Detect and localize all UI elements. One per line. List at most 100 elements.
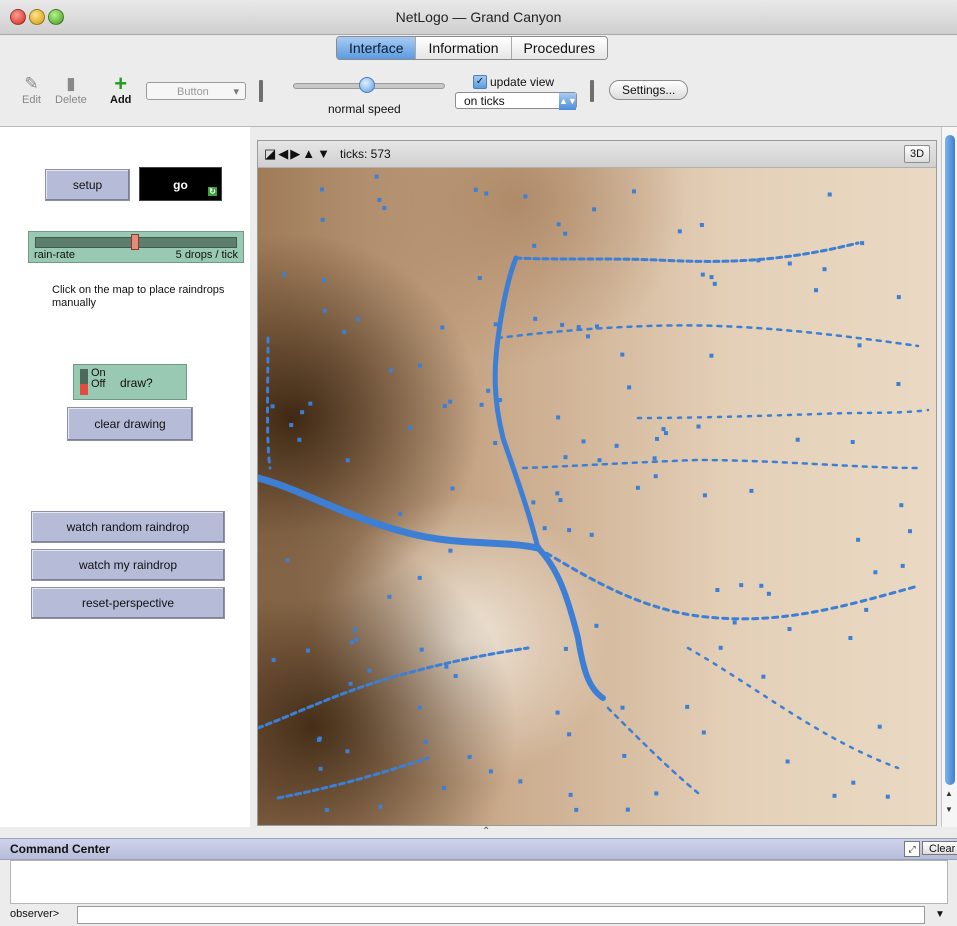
raindrop <box>832 793 837 798</box>
raindrop <box>627 385 632 390</box>
raindrop <box>533 316 538 321</box>
raindrop <box>592 207 597 212</box>
raindrop <box>787 261 792 266</box>
reset-perspective-button[interactable]: reset-perspective <box>31 587 225 619</box>
raindrop <box>851 780 856 785</box>
resize-vertical-icon[interactable]: ▲▼ <box>302 146 332 161</box>
raindrop <box>873 570 878 575</box>
raindrop <box>382 206 387 210</box>
raindrop <box>856 537 861 542</box>
update-view-label: update view <box>490 75 555 89</box>
raindrop <box>827 192 832 197</box>
scroll-down-icon[interactable]: ▼ <box>945 805 953 814</box>
raindrop <box>322 308 327 313</box>
slider-thumb[interactable] <box>131 234 139 250</box>
raindrop <box>795 437 800 442</box>
raindrop <box>877 724 882 729</box>
terrain-map[interactable] <box>258 168 936 825</box>
slider-label: rain-rate <box>34 249 75 261</box>
widget-type-select[interactable]: Button ▾ <box>146 82 246 100</box>
draw-switch[interactable]: On Off draw? <box>73 364 187 400</box>
raindrop <box>322 278 327 283</box>
vertical-scrollbar[interactable]: ▲ ▼ <box>941 127 957 827</box>
raindrop <box>563 231 568 236</box>
raindrop <box>417 705 422 710</box>
raindrop <box>652 456 657 461</box>
collapse-command-center-icon[interactable]: ⌃ <box>482 826 490 837</box>
raindrop <box>271 658 276 662</box>
update-view-toggle[interactable]: ✓ update view <box>473 75 554 89</box>
update-mode-select[interactable]: on ticks ▲▼ <box>455 92 577 110</box>
raindrop <box>766 591 771 596</box>
raindrop <box>389 368 393 373</box>
tab-procedures[interactable]: Procedures <box>510 37 608 59</box>
switch-knob[interactable] <box>80 384 88 395</box>
raindrop <box>419 647 424 652</box>
raindrop <box>493 322 498 327</box>
checkmark-icon[interactable]: ✓ <box>473 75 487 89</box>
tab-information[interactable]: Information <box>415 37 511 59</box>
raindrop <box>523 194 528 199</box>
raindrop <box>581 439 586 444</box>
raindrop <box>285 558 290 563</box>
raindrop <box>377 197 382 202</box>
delete-tool[interactable]: ▮ Delete <box>55 74 87 106</box>
raindrop <box>589 532 594 537</box>
raindrop <box>594 623 599 628</box>
watch-random-raindrop-button[interactable]: watch random raindrop <box>31 511 225 543</box>
raindrop <box>448 399 453 404</box>
edit-tool[interactable]: ✎ Edit <box>22 74 41 106</box>
clear-drawing-button[interactable]: clear drawing <box>67 407 193 441</box>
raindrop <box>348 681 353 686</box>
raindrop <box>300 410 305 415</box>
rain-rate-slider[interactable]: rain-rate 5 drops / tick <box>28 231 244 263</box>
raindrop <box>450 486 455 491</box>
plus-icon: + <box>114 71 128 96</box>
resize-horizontal-icon[interactable]: ◀▶ <box>278 146 302 161</box>
raindrop <box>632 189 636 194</box>
forever-icon: ↻ <box>208 187 217 196</box>
scroll-up-icon[interactable]: ▲ <box>945 789 953 798</box>
raindrop <box>896 382 901 386</box>
go-button[interactable]: go ↻ <box>139 167 222 201</box>
watch-my-raindrop-button[interactable]: watch my raindrop <box>31 549 225 581</box>
raindrop <box>567 528 572 533</box>
switch-label: draw? <box>120 376 153 390</box>
world-view[interactable]: ◪◀▶▲▼ ticks: 573 3D <box>257 140 937 826</box>
raindrop <box>532 243 537 248</box>
trash-icon: ▮ <box>66 74 76 93</box>
go-label: go <box>173 178 188 192</box>
window-title: NetLogo — Grand Canyon <box>395 9 562 25</box>
expand-icon[interactable]: ⤢ <box>904 841 920 857</box>
tab-interface[interactable]: Interface <box>337 37 416 59</box>
speed-slider-thumb[interactable] <box>359 77 375 93</box>
raindrop <box>289 423 294 427</box>
raindrop <box>442 786 446 791</box>
add-tool[interactable]: + Add <box>110 71 131 107</box>
settings-button[interactable]: Settings... <box>609 80 689 100</box>
raindrop <box>378 804 383 809</box>
raindrop <box>318 766 323 771</box>
raindrop <box>732 620 737 625</box>
raindrop <box>488 769 493 774</box>
command-input[interactable] <box>77 906 925 924</box>
raindrop <box>306 648 310 653</box>
scrollbar-thumb[interactable] <box>945 135 955 785</box>
widget-type-value: Button <box>177 86 209 98</box>
history-dropdown-icon[interactable]: ▼ <box>931 906 949 924</box>
raindrop <box>448 548 453 553</box>
raindrop <box>709 275 714 280</box>
observer-prompt[interactable]: observer> <box>10 908 59 920</box>
raindrop <box>387 594 392 599</box>
clear-button[interactable]: Clear <box>922 841 957 855</box>
raindrop <box>354 637 359 642</box>
view-size-icon[interactable]: ◪ <box>264 146 278 161</box>
setup-button[interactable]: setup <box>45 169 130 201</box>
3d-view-button[interactable]: 3D <box>904 145 930 163</box>
raindrop <box>479 402 484 407</box>
raindrop <box>860 241 865 246</box>
raindrop <box>574 807 579 812</box>
raindrop <box>620 705 625 710</box>
raindrop <box>440 325 445 330</box>
command-center-header: Command Center ⤢ Clear <box>0 838 957 860</box>
